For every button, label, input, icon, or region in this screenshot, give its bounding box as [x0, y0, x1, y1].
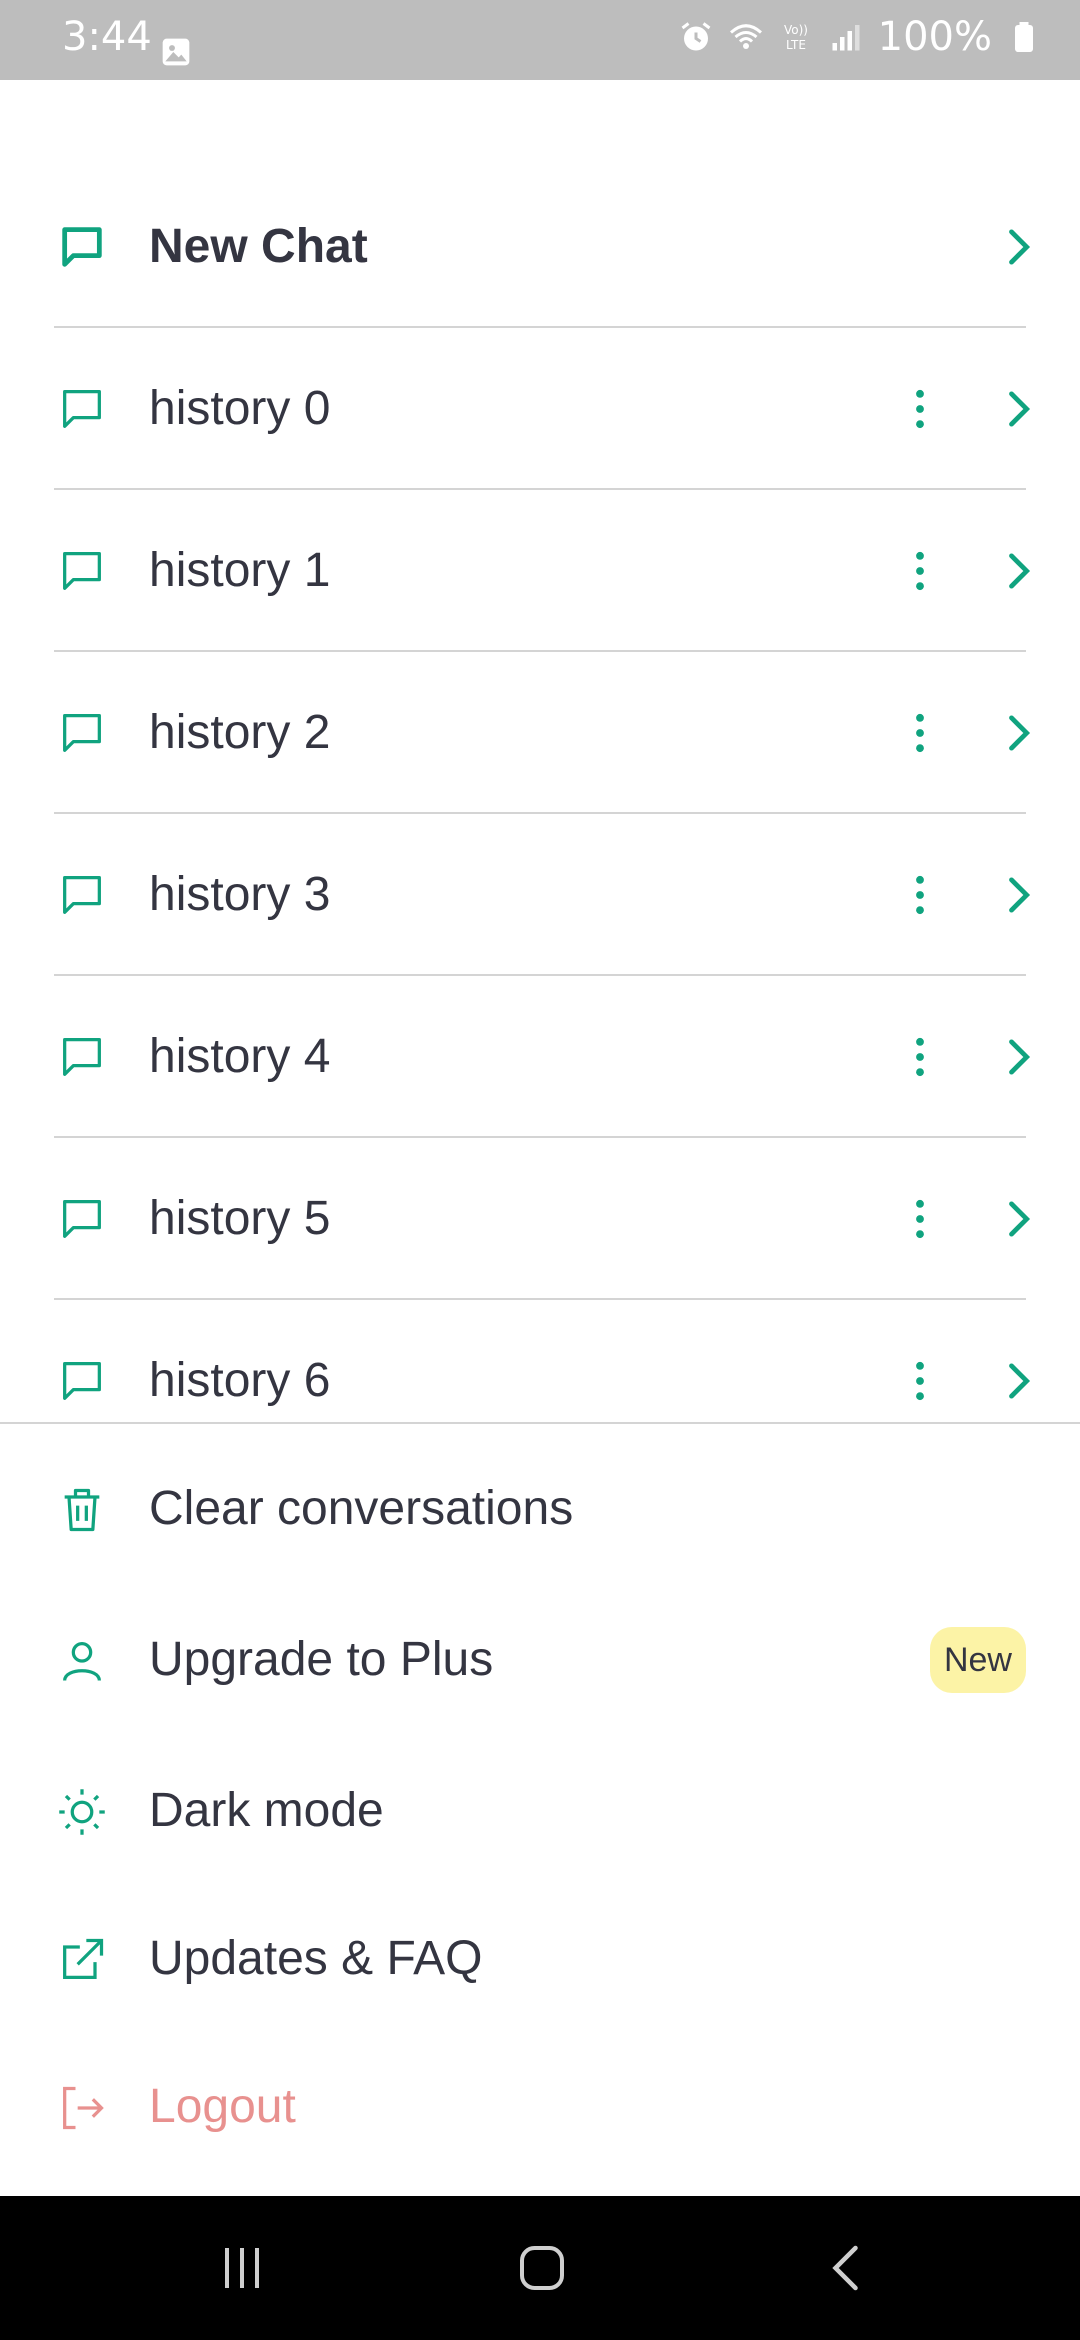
- chat-list: New Chat history 0 history 1 history 2 h…: [0, 80, 1080, 1422]
- alarm-icon: [681, 22, 711, 51]
- chevron-right-icon: [1009, 1363, 1031, 1399]
- volte-icon: Vo)) LTE: [784, 23, 808, 52]
- trash-icon: [64, 1488, 100, 1532]
- logout-icon: [63, 2086, 104, 2130]
- more-vertical-icon[interactable]: [894, 1031, 946, 1083]
- svg-text:Vo)): Vo)): [784, 23, 808, 37]
- chevron-right-icon: [1009, 877, 1031, 913]
- signal-icon: [832, 25, 860, 51]
- history-label: history 4: [149, 1030, 331, 1083]
- chevron-right-icon: [1009, 553, 1031, 589]
- history-item[interactable]: history 5: [54, 1138, 1031, 1300]
- history-label: history 5: [149, 1192, 331, 1245]
- navigation-bar: [0, 2196, 1080, 2340]
- history-item[interactable]: history 3: [54, 814, 1031, 976]
- history-label: history 1: [149, 544, 331, 597]
- chat-bubble-icon: [63, 390, 101, 428]
- status-time: 3:44: [62, 14, 152, 60]
- back-icon[interactable]: [818, 2238, 878, 2298]
- updates-faq-label: Updates & FAQ: [149, 1932, 483, 1985]
- more-vertical-icon[interactable]: [894, 707, 946, 759]
- chat-bubble-icon: [63, 552, 101, 590]
- history-label: history 0: [149, 382, 331, 435]
- logout-button[interactable]: Logout: [54, 2058, 1026, 2158]
- history-item[interactable]: history 0: [54, 328, 1031, 490]
- chevron-right-icon: [1009, 715, 1031, 751]
- chevron-right-icon: [1009, 229, 1031, 265]
- dark-mode-toggle[interactable]: Dark mode: [54, 1762, 1026, 1862]
- chat-bubble-icon: [63, 714, 101, 752]
- history-label: history 2: [149, 706, 331, 759]
- history-item[interactable]: history 4: [54, 976, 1031, 1138]
- svg-text:LTE: LTE: [786, 38, 806, 52]
- history-item[interactable]: history 1: [54, 490, 1031, 652]
- chevron-right-icon: [1009, 391, 1031, 427]
- clear-conversations-button[interactable]: Clear conversations: [54, 1460, 1026, 1560]
- battery-icon: [1015, 22, 1033, 52]
- more-vertical-icon[interactable]: [894, 383, 946, 435]
- logout-label: Logout: [149, 2080, 296, 2133]
- chat-bubble-icon: [63, 1038, 101, 1076]
- new-chat-button[interactable]: New Chat: [54, 166, 1031, 328]
- updates-faq-link[interactable]: Updates & FAQ: [54, 1910, 1026, 2010]
- history-label: history 3: [149, 868, 331, 921]
- upgrade-plus-label: Upgrade to Plus: [149, 1633, 494, 1686]
- clear-conversations-label: Clear conversations: [149, 1482, 574, 1535]
- external-link-icon: [63, 1938, 104, 1979]
- status-bar: 3:44 Vo)) LTE 100%: [0, 0, 1080, 80]
- battery-percent: 100%: [877, 14, 992, 60]
- chat-bubble-icon: [63, 1200, 101, 1238]
- more-vertical-icon[interactable]: [894, 545, 946, 597]
- chevron-right-icon: [1009, 1201, 1031, 1237]
- recent-apps-icon[interactable]: [212, 2238, 272, 2298]
- more-vertical-icon[interactable]: [894, 869, 946, 921]
- dark-mode-label: Dark mode: [149, 1784, 384, 1837]
- wifi-icon: [729, 24, 762, 49]
- chat-bubble-icon: [63, 1362, 101, 1400]
- history-label: history 6: [149, 1354, 331, 1407]
- more-vertical-icon[interactable]: [894, 1355, 946, 1407]
- new-badge: New: [929, 1627, 1026, 1693]
- chat-bubble-icon: [63, 876, 101, 914]
- history-item[interactable]: history 2: [54, 652, 1031, 814]
- history-item[interactable]: history 6: [54, 1300, 1031, 1422]
- gallery-icon: [162, 38, 190, 66]
- new-chat-label: New Chat: [149, 220, 368, 273]
- sun-icon: [59, 1789, 105, 1835]
- more-vertical-icon[interactable]: [894, 1193, 946, 1245]
- upgrade-plus-button[interactable]: Upgrade to Plus New: [54, 1611, 1026, 1711]
- home-icon[interactable]: [512, 2238, 572, 2298]
- chat-bubble-icon: [62, 227, 102, 267]
- user-icon: [63, 1642, 101, 1682]
- chevron-right-icon: [1009, 1039, 1031, 1075]
- menu-divider: [0, 1422, 1080, 1424]
